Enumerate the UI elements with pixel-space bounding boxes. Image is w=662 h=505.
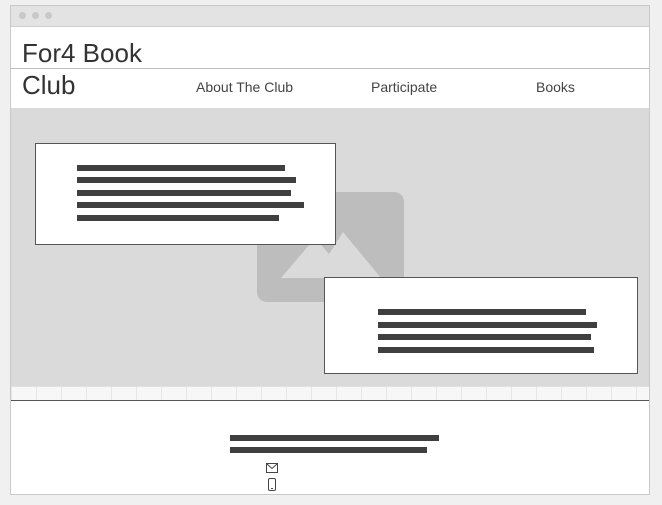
text-card-left <box>35 143 336 245</box>
site-footer <box>11 400 649 494</box>
window-titlebar <box>11 6 649 27</box>
window-dot <box>32 12 39 19</box>
nav-participate[interactable]: Participate <box>371 79 437 95</box>
phone-icon[interactable] <box>268 478 276 491</box>
hero-section <box>11 108 649 386</box>
text-line <box>378 334 591 340</box>
text-line <box>77 202 304 208</box>
nav-about-the-club[interactable]: About The Club <box>196 79 293 95</box>
window-dot <box>45 12 52 19</box>
nav-books[interactable]: Books <box>536 79 575 95</box>
text-line <box>77 215 279 221</box>
text-line <box>378 322 597 328</box>
mail-icon[interactable] <box>266 463 278 473</box>
browser-window: For4 Book Club About The Club Participat… <box>10 5 650 495</box>
text-line <box>378 347 594 353</box>
text-line <box>77 165 285 171</box>
text-line <box>77 177 296 183</box>
text-card-right <box>324 277 638 374</box>
window-dot <box>19 12 26 19</box>
site-logo[interactable]: For4 Book Club <box>22 37 182 101</box>
footer-text-line <box>230 435 439 441</box>
footer-text-line <box>230 447 427 453</box>
text-line <box>378 309 586 315</box>
divider-strip <box>11 386 649 401</box>
site-header: For4 Book Club About The Club Participat… <box>11 26 649 109</box>
text-line <box>77 190 291 196</box>
